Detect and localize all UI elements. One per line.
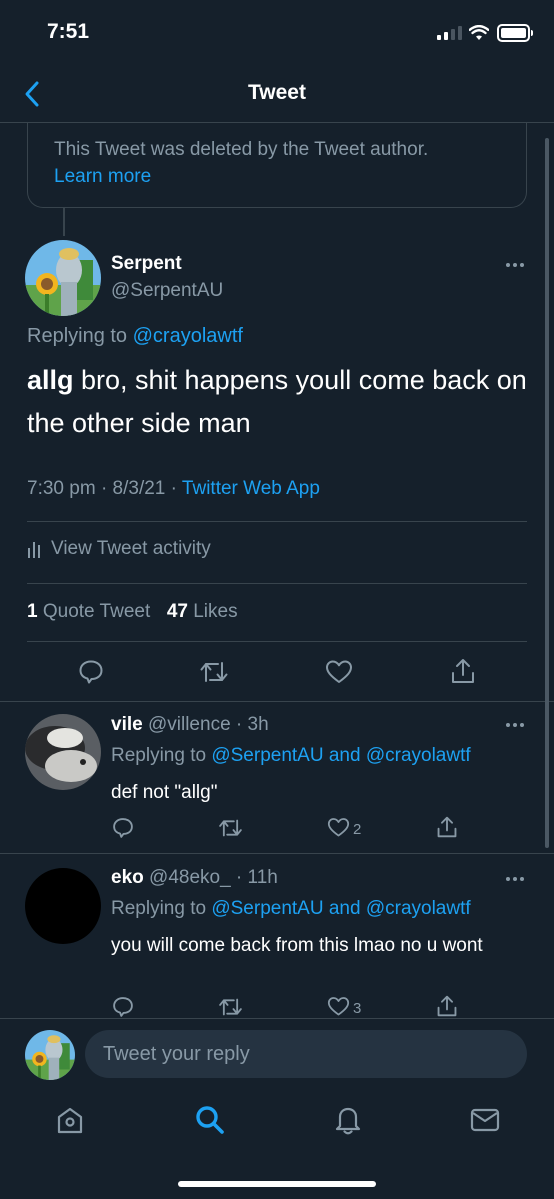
- retweet-icon[interactable]: [199, 659, 229, 685]
- retweet-icon[interactable]: [218, 996, 243, 1018]
- replying-to-mentions[interactable]: @SerpentAU and @crayolawtf: [211, 745, 470, 766]
- reply-input[interactable]: Tweet your reply: [85, 1030, 527, 1078]
- view-tweet-activity[interactable]: View Tweet activity: [27, 538, 211, 560]
- wifi-icon: [469, 25, 489, 40]
- replying-to-line: Replying to @SerpentAU and @crayolawtf: [111, 898, 471, 920]
- reply-author-handle[interactable]: @villence: [148, 714, 231, 735]
- tweet-source[interactable]: Twitter Web App: [182, 478, 320, 499]
- scrollbar[interactable]: [545, 138, 549, 848]
- reply-text: def not "allg": [111, 782, 218, 803]
- meta-separator: ·: [230, 714, 248, 735]
- composer-divider: [0, 1018, 554, 1019]
- divider: [27, 521, 527, 522]
- home-indicator: [178, 1181, 376, 1187]
- home-icon[interactable]: [55, 1105, 85, 1135]
- author-name[interactable]: Serpent: [111, 253, 182, 275]
- reply-author-name[interactable]: vile: [111, 714, 143, 735]
- share-icon[interactable]: [436, 994, 458, 1018]
- tweet-time: 7:30 pm: [27, 478, 96, 499]
- reply-icon[interactable]: [112, 817, 134, 839]
- page-title: Tweet: [248, 81, 306, 104]
- replying-to-line: Replying to @crayolawtf: [27, 325, 243, 348]
- share-icon[interactable]: [436, 815, 458, 839]
- reply-author-handle[interactable]: @48eko_: [149, 867, 231, 888]
- activity-icon: [28, 542, 40, 558]
- replying-to-mention[interactable]: @crayolawtf: [133, 325, 243, 347]
- meta-separator: ·: [230, 867, 248, 888]
- reply-like-count: 3: [353, 1000, 362, 1017]
- retweet-icon[interactable]: [218, 817, 243, 839]
- reply-icon[interactable]: [112, 996, 134, 1018]
- learn-more-link[interactable]: Learn more: [54, 163, 500, 190]
- deleted-tweet-notice: This Tweet was deleted by the Tweet auth…: [27, 122, 527, 208]
- tweet-stats: 1 Quote Tweet 47 Likes: [27, 601, 238, 623]
- search-icon[interactable]: [194, 1104, 226, 1136]
- like-icon[interactable]: [327, 817, 350, 838]
- tweet-text-bold: allg: [27, 365, 74, 395]
- thread-connector: [63, 208, 65, 236]
- more-icon[interactable]: [505, 876, 525, 882]
- notifications-icon[interactable]: [333, 1104, 363, 1136]
- share-icon[interactable]: [450, 657, 476, 685]
- like-icon[interactable]: [325, 659, 353, 685]
- messages-icon[interactable]: [470, 1107, 500, 1133]
- reply-like-count: 2: [353, 821, 362, 838]
- reply-icon[interactable]: [78, 659, 104, 685]
- like-icon[interactable]: [327, 996, 350, 1017]
- replying-to-prefix: Replying to: [111, 745, 207, 766]
- like-label[interactable]: Likes: [193, 601, 237, 622]
- tweet-text-rest: bro, shit happens youll come back on the…: [27, 365, 527, 438]
- more-icon[interactable]: [505, 722, 525, 728]
- divider: [0, 853, 554, 854]
- reply-header: eko @48eko_ · 11h: [111, 867, 278, 889]
- tweet-meta: 7:30 pm · 8/3/21 · Twitter Web App: [27, 478, 320, 500]
- avatar[interactable]: [25, 868, 101, 944]
- divider: [27, 641, 527, 642]
- more-icon[interactable]: [505, 262, 525, 268]
- reply-header: vile @villence · 3h: [111, 714, 269, 736]
- tweet-date: 8/3/21: [112, 478, 166, 499]
- status-time: 7:51: [47, 20, 90, 43]
- avatar[interactable]: [25, 714, 101, 790]
- cellular-signal-icon: [437, 26, 462, 40]
- quote-count: 1: [27, 601, 38, 622]
- reply-age: 3h: [247, 714, 269, 735]
- deleted-notice-text: This Tweet was deleted by the Tweet auth…: [54, 139, 429, 160]
- replying-to-mentions[interactable]: @SerpentAU and @crayolawtf: [211, 898, 470, 919]
- author-handle[interactable]: @SerpentAU: [111, 280, 223, 302]
- divider: [27, 583, 527, 584]
- quote-label[interactable]: Quote Tweet: [43, 601, 150, 622]
- replying-to-line: Replying to @SerpentAU and @crayolawtf: [111, 745, 471, 767]
- activity-label: View Tweet activity: [51, 538, 211, 559]
- replying-to-prefix: Replying to: [27, 325, 128, 347]
- like-count: 47: [166, 601, 188, 622]
- meta-separator: ·: [170, 478, 177, 499]
- reply-actions: 3: [0, 990, 554, 1018]
- replying-to-prefix: Replying to: [111, 898, 207, 919]
- divider: [0, 701, 554, 702]
- battery-icon: [497, 24, 533, 42]
- reply-age: 11h: [247, 867, 278, 888]
- meta-separator: ·: [100, 478, 108, 499]
- reply-text: you will come back from this lmao no u w…: [111, 935, 483, 956]
- reply-author-name[interactable]: eko: [111, 867, 144, 888]
- avatar[interactable]: [25, 240, 101, 316]
- avatar: [25, 1030, 75, 1080]
- tweet-text: allg bro, shit happens youll come back o…: [27, 359, 532, 445]
